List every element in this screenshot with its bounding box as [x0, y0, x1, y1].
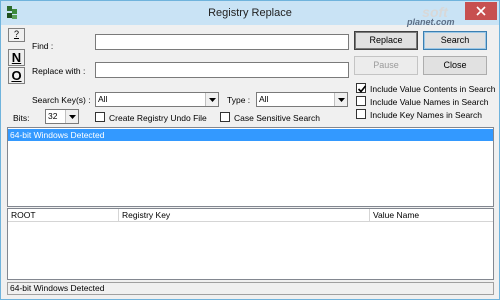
n-button[interactable]: N: [8, 49, 25, 66]
bits-value: 32: [48, 111, 58, 121]
search-keys-label: Search Key(s) :: [32, 95, 91, 105]
chevron-down-icon: [205, 93, 218, 106]
column-header-value-name[interactable]: Value Name: [370, 209, 493, 222]
pause-button[interactable]: Pause: [354, 56, 418, 75]
checkmark-icon: [357, 85, 367, 93]
create-undo-checkbox[interactable]: [95, 112, 105, 122]
close-button[interactable]: Close: [423, 56, 487, 75]
title-bar[interactable]: Registry Replace soft planet.com: [1, 1, 499, 27]
column-header-root[interactable]: ROOT: [8, 209, 119, 222]
search-keys-select[interactable]: All: [95, 92, 219, 107]
registry-replace-window: Registry Replace soft planet.com ? N O F…: [0, 0, 500, 300]
replace-with-input[interactable]: [95, 62, 349, 78]
create-undo-label: Create Registry Undo File: [109, 113, 207, 123]
include-key-names-label: Include Key Names in Search: [370, 110, 482, 120]
type-select[interactable]: All: [256, 92, 348, 107]
include-key-names-checkbox[interactable]: [356, 109, 366, 119]
close-icon: [476, 6, 486, 16]
status-bar: 64-bit Windows Detected: [7, 282, 494, 295]
search-keys-value: All: [98, 94, 108, 104]
window-close-button[interactable]: [465, 2, 497, 20]
include-value-names-checkbox[interactable]: [356, 96, 366, 106]
find-label: Find :: [32, 41, 54, 51]
replace-with-label: Replace with :: [32, 66, 86, 76]
bits-select[interactable]: 32: [45, 109, 79, 124]
case-sensitive-label: Case Sensitive Search: [234, 113, 320, 123]
case-sensitive-checkbox[interactable]: [220, 112, 230, 122]
search-button[interactable]: Search: [423, 31, 487, 50]
type-label: Type :: [227, 95, 251, 105]
include-value-contents-label: Include Value Contents in Search: [370, 84, 496, 94]
bits-label: Bits:: [13, 113, 30, 123]
table-header: ROOT Registry Key Value Name: [8, 209, 493, 222]
list-item[interactable]: 64-bit Windows Detected: [8, 129, 493, 141]
help-button[interactable]: ?: [8, 28, 25, 42]
find-input[interactable]: [95, 34, 349, 50]
replace-button[interactable]: Replace: [354, 31, 418, 50]
include-value-names-label: Include Value Names in Search: [370, 97, 489, 107]
results-list[interactable]: 64-bit Windows Detected: [7, 127, 494, 207]
o-button[interactable]: O: [8, 67, 25, 84]
results-table[interactable]: ROOT Registry Key Value Name: [7, 208, 494, 280]
column-header-registry-key[interactable]: Registry Key: [119, 209, 370, 222]
chevron-down-icon: [65, 110, 78, 123]
include-value-contents-checkbox[interactable]: [356, 83, 367, 93]
type-value: All: [259, 94, 269, 104]
chevron-down-icon: [334, 93, 347, 106]
